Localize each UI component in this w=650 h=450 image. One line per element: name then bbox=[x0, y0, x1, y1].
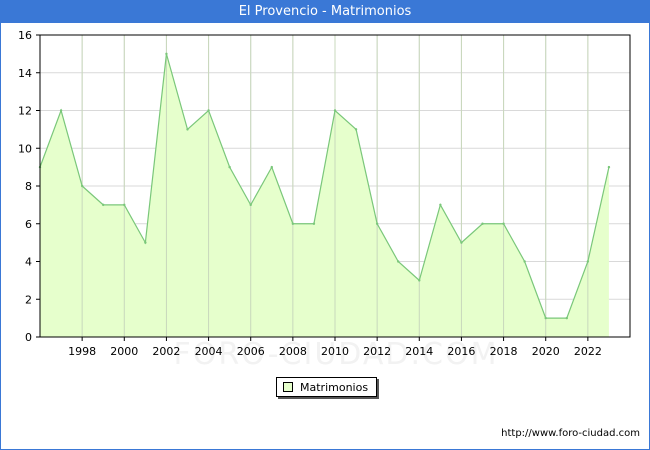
x-tick-label: 2004 bbox=[195, 345, 223, 358]
data-point bbox=[333, 109, 337, 112]
data-point bbox=[460, 241, 463, 244]
y-tick-label: 12 bbox=[18, 105, 32, 118]
data-point bbox=[481, 222, 484, 225]
data-point bbox=[523, 260, 526, 263]
legend-label: Matrimonios bbox=[300, 380, 369, 394]
data-point bbox=[186, 128, 189, 131]
data-point bbox=[312, 222, 316, 225]
x-tick-label: 2022 bbox=[574, 345, 602, 358]
data-point bbox=[439, 203, 442, 207]
data-point bbox=[544, 316, 547, 320]
x-tick-label: 2000 bbox=[110, 345, 138, 358]
y-tick-label: 14 bbox=[18, 67, 32, 80]
x-tick-label: 2002 bbox=[152, 345, 180, 358]
y-tick-label: 8 bbox=[25, 180, 32, 193]
data-point bbox=[418, 279, 421, 282]
data-point bbox=[80, 184, 84, 188]
data-point bbox=[165, 52, 168, 56]
y-tick-label: 6 bbox=[25, 218, 32, 231]
y-tick-label: 2 bbox=[25, 293, 32, 306]
data-point bbox=[375, 222, 379, 225]
data-point bbox=[291, 222, 295, 225]
data-point bbox=[502, 222, 505, 225]
x-tick-label: 2020 bbox=[532, 345, 560, 358]
legend-swatch bbox=[283, 382, 293, 392]
data-point bbox=[607, 165, 611, 169]
data-point bbox=[249, 203, 252, 207]
data-point bbox=[586, 260, 590, 263]
x-tick-label: 2014 bbox=[405, 345, 433, 358]
x-tick-label: 1998 bbox=[68, 345, 96, 358]
y-tick-label: 0 bbox=[25, 331, 32, 344]
data-point bbox=[397, 260, 400, 263]
source-url: http://www.foro-ciudad.com bbox=[501, 428, 640, 439]
x-tick-label: 2016 bbox=[447, 345, 475, 358]
data-point bbox=[144, 241, 147, 244]
data-point bbox=[354, 128, 358, 131]
data-point bbox=[123, 203, 126, 207]
x-tick-label: 2018 bbox=[490, 345, 518, 358]
data-point bbox=[59, 109, 63, 112]
y-tick-label: 16 bbox=[18, 29, 32, 42]
y-tick-label: 4 bbox=[25, 256, 32, 269]
data-point bbox=[270, 165, 273, 169]
x-tick-label: 2008 bbox=[279, 345, 307, 358]
y-tick-label: 10 bbox=[18, 142, 32, 155]
chart-legend: Matrimonios bbox=[276, 377, 378, 397]
x-tick-label: 2012 bbox=[363, 345, 391, 358]
x-tick-label: 2010 bbox=[321, 345, 349, 358]
data-point bbox=[207, 109, 210, 112]
data-point bbox=[565, 316, 568, 320]
x-tick-label: 2006 bbox=[237, 345, 265, 358]
data-point bbox=[228, 165, 231, 169]
data-point bbox=[102, 203, 105, 207]
